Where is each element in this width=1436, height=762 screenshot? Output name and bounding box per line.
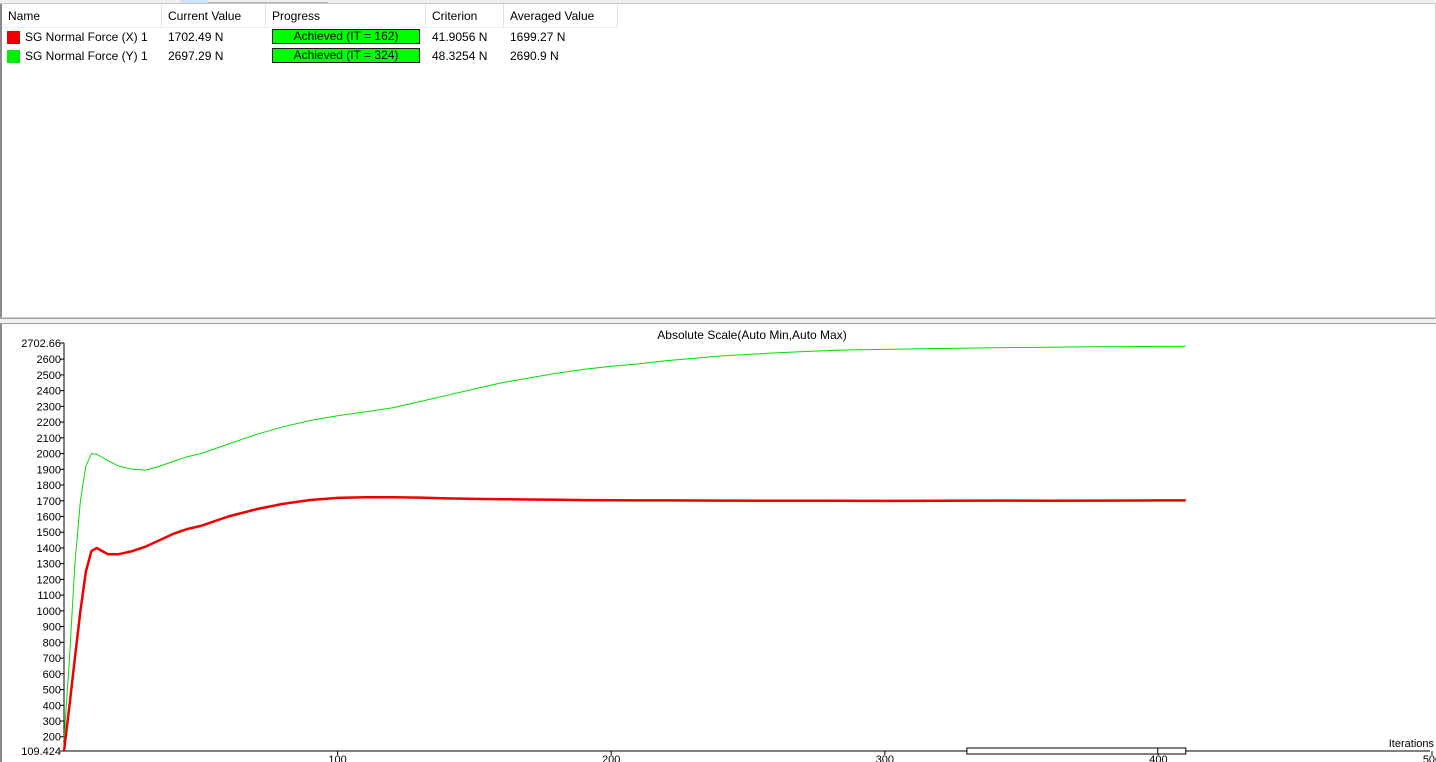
header-averaged-value[interactable]: Averaged Value [504, 4, 618, 28]
y-tick-label: 200 [43, 732, 61, 744]
y-tick-label: 2300 [37, 401, 61, 413]
y-tick-label: 109.424 [21, 746, 61, 758]
row-name-cell: SG Normal Force (Y) 1 [2, 47, 162, 66]
row-criterion: 41.9056 N [432, 30, 488, 44]
row-current-value: 1702.49 N [168, 30, 224, 44]
y-tick-label: 900 [43, 622, 61, 634]
table-row[interactable]: SG Normal Force (Y) 1 2697.29 N Achieved… [2, 47, 618, 66]
header-progress[interactable]: Progress [266, 4, 426, 28]
x-tick-label: 500 [1423, 754, 1436, 762]
y-tick-label: 400 [43, 700, 61, 712]
row-name-cell: SG Normal Force (X) 1 [2, 28, 162, 47]
convergence-chart: 200 300 400 500 600 700 800 900 1000 1100 1200 1300… [21, 338, 1436, 762]
x-tick-label: 200 [602, 754, 620, 762]
active-tab[interactable] [180, 0, 208, 3]
y-tick-label: 2600 [37, 354, 61, 366]
y-tick-label: 600 [43, 669, 61, 681]
y-tick-label: 2100 [37, 433, 61, 445]
y-tick-label: 2400 [37, 386, 61, 398]
y-tick-label: 1500 [37, 527, 61, 539]
y-tick-label: 2702.66 [21, 338, 61, 350]
header-name[interactable]: Name [2, 4, 162, 28]
y-tick-label: 2200 [37, 417, 61, 429]
table-header: Name Current Value Progress Criterion Av… [2, 4, 618, 28]
y-tick-label: 1800 [37, 480, 61, 492]
y-tick-label: 2500 [37, 370, 61, 382]
x-tick-label: 300 [876, 754, 894, 762]
x-scrollbar-thumb [966, 747, 1187, 755]
y-tick-label: 1000 [37, 606, 61, 618]
convergence-chart-panel: Absolute Scale(Auto Min,Auto Max) 200 300… [0, 324, 1436, 762]
progress-indicator: Achieved (IT = 324) [272, 48, 420, 63]
y-tick-label: 1700 [37, 496, 61, 508]
x-tick-label: 400 [1149, 754, 1167, 762]
row-name: SG Normal Force (Y) 1 [25, 49, 148, 63]
x-tick-label: 100 [328, 754, 346, 762]
y-tick-label: 700 [43, 653, 61, 665]
y-tick-label: 1900 [37, 464, 61, 476]
series-line-1 [62, 496, 1186, 752]
row-current-value: 2697.29 N [168, 49, 224, 63]
tab-divider [208, 2, 328, 3]
row-averaged-value: 1699.27 N [510, 30, 566, 44]
header-current-value[interactable]: Current Value [162, 4, 266, 28]
monitor-window: Name Current Value Progress Criterion Av… [0, 0, 1436, 762]
series-line-0 [63, 345, 1186, 740]
y-tick-label: 1100 [37, 590, 61, 602]
header-criterion[interactable]: Criterion [426, 4, 504, 28]
y-tick-label: 1400 [37, 543, 61, 555]
row-criterion: 48.3254 N [432, 49, 488, 63]
row-progress-cell: Achieved (IT = 162) [266, 28, 426, 47]
y-tick-label: 800 [43, 637, 61, 649]
y-tick-label: 1200 [37, 574, 61, 586]
y-tick-label: 1600 [37, 511, 61, 523]
y-tick-label: 300 [43, 716, 61, 728]
row-progress-cell: Achieved (IT = 324) [266, 47, 426, 66]
table-row[interactable]: SG Normal Force (X) 1 1702.49 N Achieved… [2, 28, 618, 47]
y-tick-label: 2000 [37, 449, 61, 461]
y-tick-label: 500 [43, 685, 61, 697]
row-name: SG Normal Force (X) 1 [25, 30, 148, 44]
x-axis-label: Iterations [1389, 738, 1435, 750]
monitor-table: Name Current Value Progress Criterion Av… [0, 4, 1436, 318]
series-color-swatch [7, 31, 20, 44]
progress-indicator: Achieved (IT = 162) [272, 29, 420, 44]
row-averaged-value: 2690.9 N [510, 49, 559, 63]
y-tick-label: 1300 [37, 559, 61, 571]
series-color-swatch [7, 50, 20, 63]
